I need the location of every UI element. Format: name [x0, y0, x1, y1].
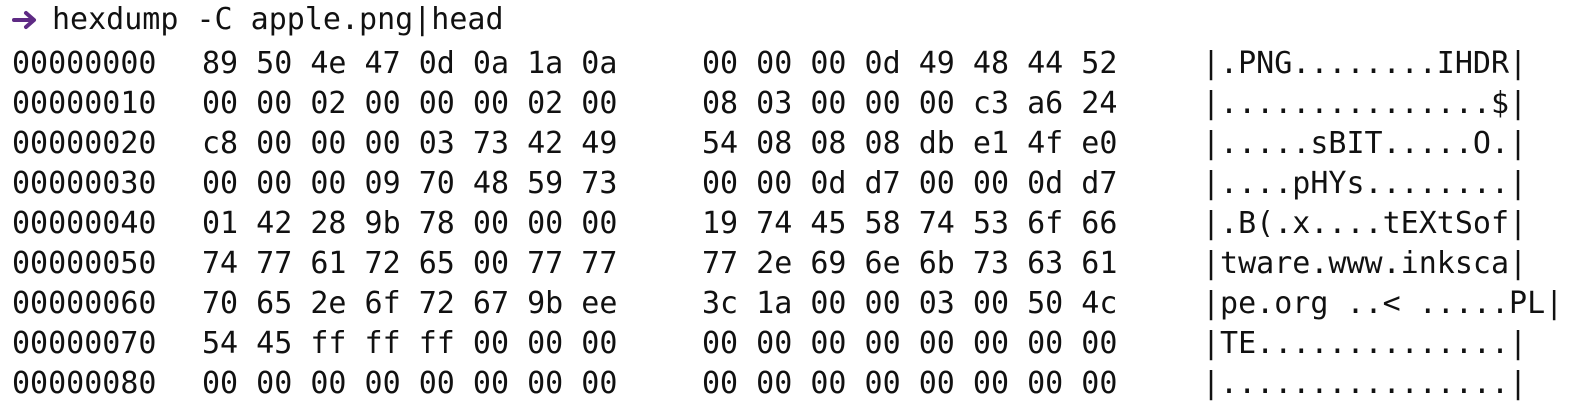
ascii-preview: |tware.www.inksca|: [1202, 246, 1528, 281]
row-offset: 00000000: [12, 46, 157, 81]
ascii-preview: |.PNG........IHDR|: [1202, 46, 1528, 81]
hex-bytes-second-half: 08 03 00 00 00 c3 a6 24: [702, 86, 1118, 121]
row-offset: 00000030: [12, 166, 157, 201]
hexdump-row: 00000030 00 00 00 09 70 48 59 73 00 00 0…: [12, 164, 1527, 204]
hex-bytes-second-half: 00 00 00 0d 49 48 44 52: [702, 46, 1118, 81]
ascii-preview: |.....sBIT.....O.|: [1202, 126, 1528, 161]
row-offset: 00000010: [12, 86, 157, 121]
hex-bytes-first-half: 89 50 4e 47 0d 0a 1a 0a: [202, 46, 618, 81]
ascii-preview: |TE..............|: [1202, 326, 1528, 361]
hexdump-row: 00000040 01 42 28 9b 78 00 00 00 19 74 4…: [12, 204, 1527, 244]
ascii-preview: |.B(.x....tEXtSof|: [1202, 206, 1528, 241]
hexdump-row: 00000080 00 00 00 00 00 00 00 00 00 00 0…: [12, 364, 1527, 404]
hexdump-row: 00000010 00 00 02 00 00 00 02 00 08 03 0…: [12, 84, 1527, 124]
ascii-preview: |................|: [1202, 366, 1528, 401]
ascii-preview: |....pHYs........|: [1202, 166, 1528, 201]
hex-bytes-first-half: 00 00 02 00 00 00 02 00: [202, 86, 618, 121]
hex-bytes-second-half: 3c 1a 00 00 03 00 50 4c: [702, 286, 1118, 321]
command-prompt-line: hexdump -C apple.png|head: [12, 0, 504, 40]
hex-bytes-first-half: 00 00 00 00 00 00 00 00: [202, 366, 618, 401]
row-offset: 00000070: [12, 326, 157, 361]
prompt-arrow-icon: [12, 0, 42, 40]
hex-bytes-second-half: 00 00 00 00 00 00 00 00: [702, 366, 1118, 401]
ascii-preview: |pe.org ..< .....PL|: [1202, 286, 1564, 321]
hexdump-row: 00000070 54 45 ff ff ff 00 00 00 00 00 0…: [12, 324, 1527, 364]
row-offset: 00000050: [12, 246, 157, 281]
hex-bytes-first-half: c8 00 00 00 03 73 42 49: [202, 126, 618, 161]
hex-bytes-first-half: 74 77 61 72 65 00 77 77: [202, 246, 618, 281]
command-text: hexdump -C apple.png|head: [52, 2, 504, 37]
hexdump-row: 00000020 c8 00 00 00 03 73 42 49 54 08 0…: [12, 124, 1527, 164]
hex-bytes-second-half: 00 00 0d d7 00 00 0d d7: [702, 166, 1118, 201]
hex-bytes-second-half: 54 08 08 08 db e1 4f e0: [702, 126, 1118, 161]
hex-bytes-first-half: 70 65 2e 6f 72 67 9b ee: [202, 286, 618, 321]
row-offset: 00000080: [12, 366, 157, 401]
hexdump-row: 00000000 89 50 4e 47 0d 0a 1a 0a 00 00 0…: [12, 44, 1527, 84]
row-offset: 00000020: [12, 126, 157, 161]
terminal-window: hexdump -C apple.png|head 00000000 89 50…: [0, 0, 1576, 412]
hex-bytes-second-half: 00 00 00 00 00 00 00 00: [702, 326, 1118, 361]
hex-bytes-second-half: 19 74 45 58 74 53 6f 66: [702, 206, 1118, 241]
row-offset: 00000040: [12, 206, 157, 241]
hex-bytes-first-half: 01 42 28 9b 78 00 00 00: [202, 206, 618, 241]
row-offset: 00000060: [12, 286, 157, 321]
hex-bytes-first-half: 00 00 00 09 70 48 59 73: [202, 166, 618, 201]
hex-bytes-first-half: 54 45 ff ff ff 00 00 00: [202, 326, 618, 361]
hex-bytes-second-half: 77 2e 69 6e 6b 73 63 61: [702, 246, 1118, 281]
hexdump-row: 00000060 70 65 2e 6f 72 67 9b ee 3c 1a 0…: [12, 284, 1563, 324]
ascii-preview: |...............$|: [1202, 86, 1528, 121]
hexdump-row: 00000050 74 77 61 72 65 00 77 77 77 2e 6…: [12, 244, 1527, 284]
